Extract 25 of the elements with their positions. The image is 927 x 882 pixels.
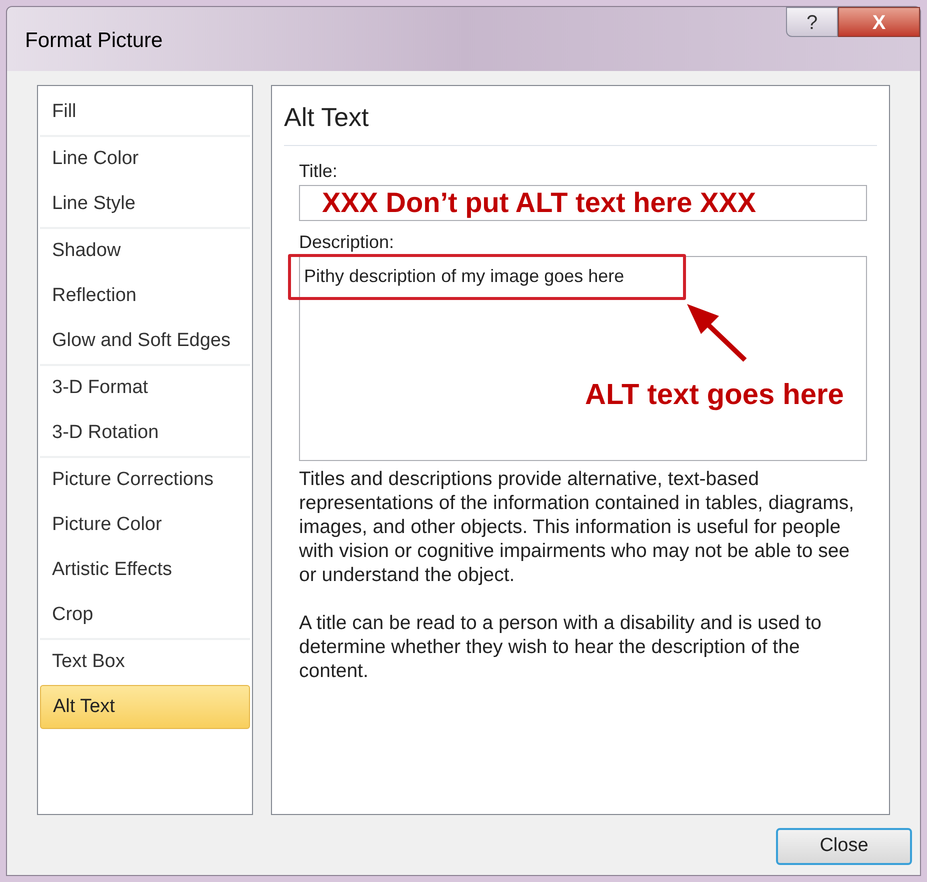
window-title: Format Picture [25,28,163,54]
category-item[interactable]: Artistic Effects [40,548,250,593]
category-item[interactable]: Line Style [40,182,250,227]
category-item[interactable]: 3-D Format [40,366,250,411]
arrow-icon [685,304,749,364]
title-field[interactable]: XXX Don’t put ALT text here XXX [299,185,867,221]
info-paragraph: Titles and descriptions provide alternative, text-based representations of the information contained in tables, diagrams, images, and other objects. This information is useful for people with vision or cognitive impairments who may not be able to see or understand the object. [299,467,855,587]
category-item[interactable]: Reflection [40,274,250,319]
category-item[interactable]: Line Color [40,137,250,182]
category-item[interactable]: Picture Corrections [40,458,250,503]
category-item[interactable]: Text Box [40,640,250,685]
annotation-label: ALT text goes here [585,378,844,413]
category-item[interactable]: 3-D Rotation [40,411,250,456]
panel-heading: Alt Text [284,98,877,146]
help-button[interactable]: ? [786,7,838,37]
category-item[interactable]: Shadow [40,229,250,274]
description-label: Description: [299,231,396,254]
info-paragraph: A title can be read to a person with a disability and is used to determine whether they wish to hear the description of the content. [299,611,822,683]
title-label: Title: [299,160,338,183]
close-dialog-button[interactable]: Close [776,828,912,864]
category-item[interactable]: Alt Text [40,685,250,729]
category-item[interactable]: Picture Color [40,503,250,548]
category-item[interactable]: Glow and Soft Edges [40,319,250,364]
category-item[interactable]: Fill [40,90,250,135]
category-item[interactable]: Crop [40,593,250,638]
